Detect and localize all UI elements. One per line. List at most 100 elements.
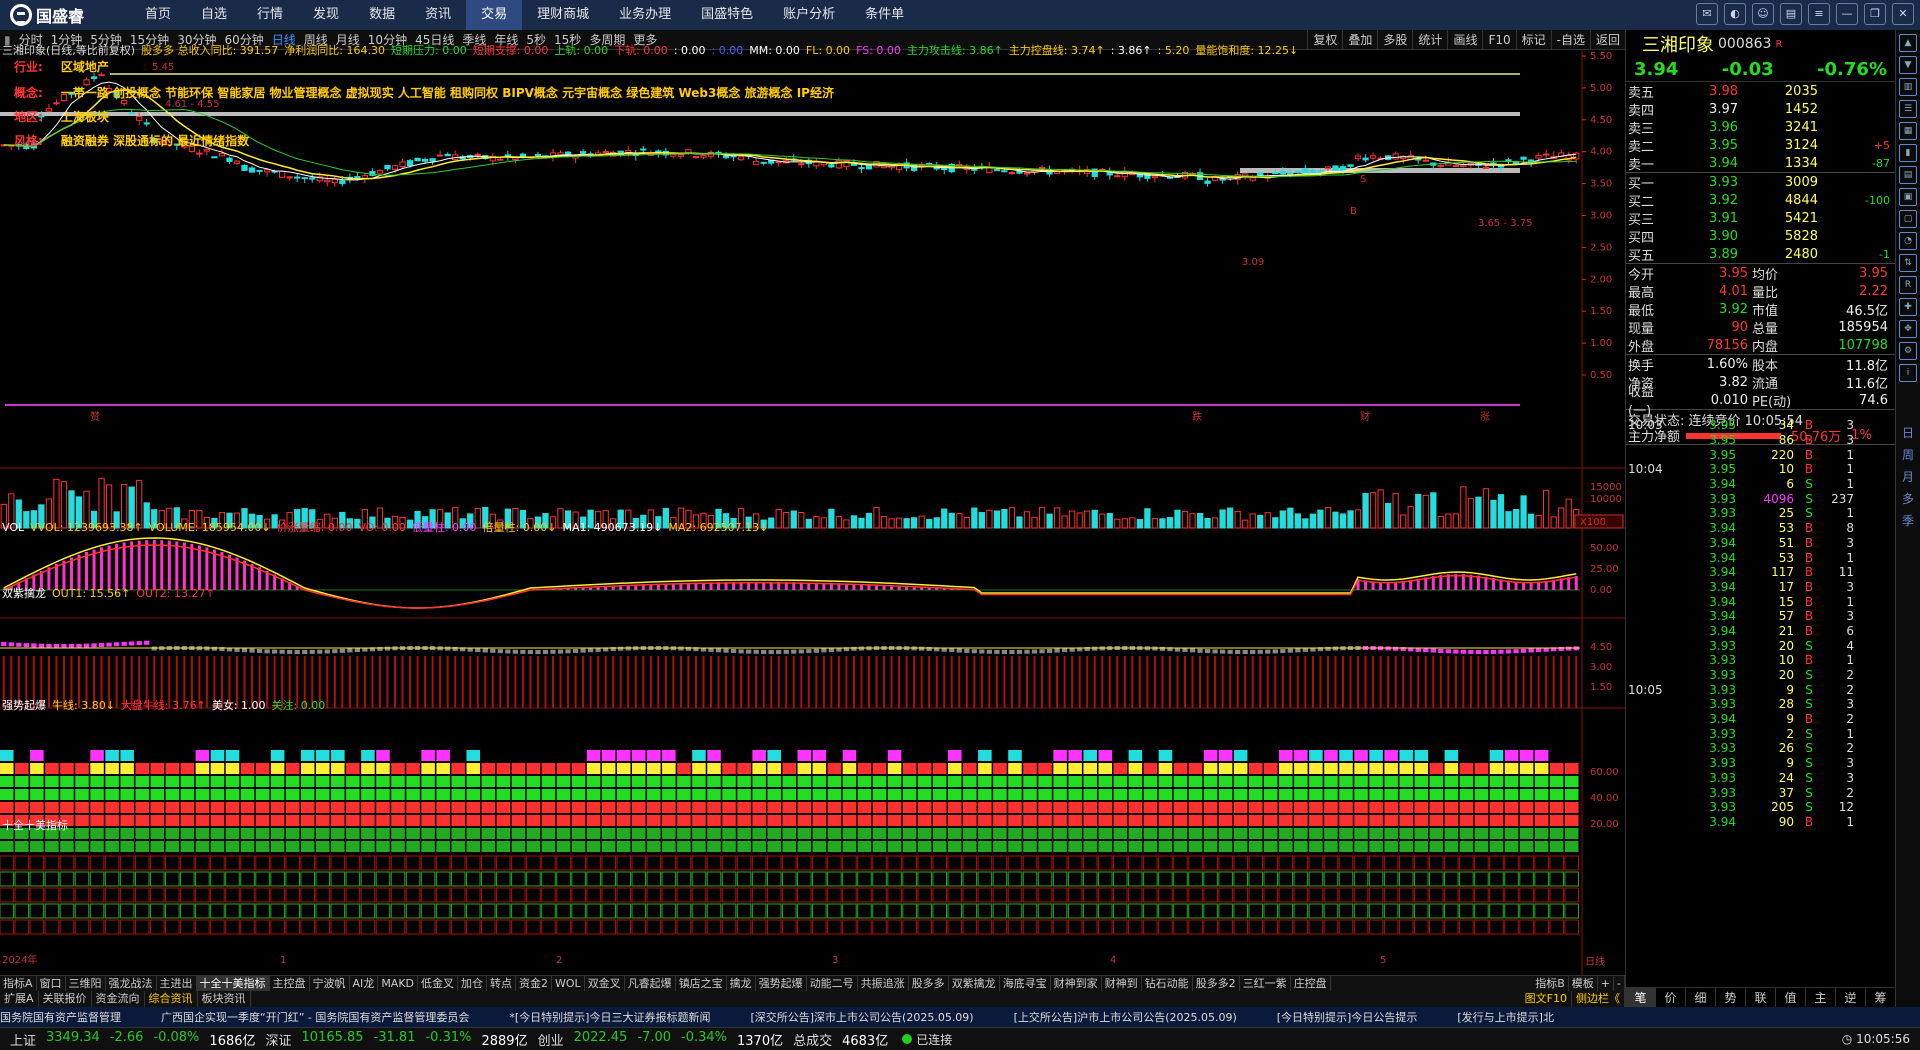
grid-icon[interactable]: ▦ xyxy=(1899,122,1917,140)
move-icon[interactable]: ✥ xyxy=(1899,320,1917,338)
nav-item-1[interactable]: 自选 xyxy=(186,0,242,30)
nav-item-2[interactable]: 行情 xyxy=(242,0,298,30)
list-icon[interactable]: ☰ xyxy=(1899,100,1917,118)
quote-tab-1[interactable]: 价 xyxy=(1656,988,1686,1007)
indicator-tab-9[interactable]: MAKD xyxy=(378,976,419,991)
rsi-icon[interactable]: R xyxy=(1899,276,1917,294)
indicator-tab-20[interactable]: 动能二号 xyxy=(807,976,858,991)
news-item-2[interactable]: *[今日特别提示]今日三大证券报标题新闻 xyxy=(509,1009,710,1025)
doc-icon[interactable]: ▢ xyxy=(1899,210,1917,228)
indicator-tab-24[interactable]: 海底寻宝 xyxy=(1000,976,1051,991)
quote-tab-3[interactable]: 势 xyxy=(1716,988,1746,1007)
indicator-tab-7[interactable]: 宁波帆 xyxy=(310,976,350,991)
chart-tool-6[interactable]: 标记 xyxy=(1515,30,1551,50)
indicator-tab-14[interactable]: WOL xyxy=(552,976,585,991)
bottom-tab-4[interactable]: 板块资讯 xyxy=(198,991,251,1007)
indicator-tab-13[interactable]: 资金2 xyxy=(516,976,553,991)
nav-item-0[interactable]: 首页 xyxy=(130,0,186,30)
indicator-tab-10[interactable]: 低金叉 xyxy=(418,976,459,991)
minimize-icon[interactable]: — xyxy=(1836,3,1858,25)
indicator-tab-2[interactable]: 三维阳 xyxy=(66,976,106,991)
indicator-tab-30[interactable]: 庄控盘 xyxy=(1291,976,1331,991)
indicator-tab-right-1[interactable]: 模板 xyxy=(1569,976,1598,991)
nav-item-4[interactable]: 数据 xyxy=(354,0,410,30)
indicator-tab-3[interactable]: 强龙战法 xyxy=(106,976,157,991)
news-item-3[interactable]: [深交所公告]深市上市公司公告(2025.05.09) xyxy=(750,1009,973,1025)
indicator-tab-right-0[interactable]: 指标B xyxy=(1532,976,1569,991)
chart-tool-8[interactable]: 返回 xyxy=(1589,30,1625,50)
index-sh[interactable]: 上证 3349.34 -2.66 -0.08% 1686亿 xyxy=(10,1030,256,1049)
index-sz[interactable]: 深证 10165.85 -31.81 -0.31% 2889亿 xyxy=(266,1030,528,1049)
indicator-tab-right-3[interactable]: - xyxy=(1614,976,1625,991)
news-item-5[interactable]: [今日特别提示]今日公告提示 xyxy=(1277,1009,1418,1025)
chart-tool-1[interactable]: 叠加 xyxy=(1342,30,1377,50)
nav-item-7[interactable]: 理财商城 xyxy=(522,0,604,30)
user-icon[interactable]: ☺ xyxy=(1752,3,1774,25)
news-item-6[interactable]: [发行与上市提示]北 xyxy=(1457,1009,1554,1025)
chart-area[interactable]: 5.50 5.00 4.50 4.00 3.50 3.00 2.50 2.00 1.50 1.00… xyxy=(0,44,1625,975)
news-item-4[interactable]: [上交所公告]沪市上市公司公告(2025.05.09) xyxy=(1014,1009,1237,1025)
chart-tool-5[interactable]: F10 xyxy=(1482,30,1515,50)
close-icon[interactable]: ✕ xyxy=(1892,3,1914,25)
indicator-tab-19[interactable]: 强势起爆 xyxy=(756,976,807,991)
nav-item-11[interactable]: 条件单 xyxy=(850,0,919,30)
tick-list[interactable]: 10:03 3.95 34 B 3 3.95 86 B 3 3.95 220 B 1 10:04 3.95 1… xyxy=(1626,418,1896,829)
indicator-tab-1[interactable]: 窗口 xyxy=(37,976,66,991)
bottom-tab-0[interactable]: 扩展A xyxy=(0,991,39,1007)
nav-item-9[interactable]: 国盛特色 xyxy=(686,0,768,30)
period-shortcut-3[interactable]: 多 xyxy=(1896,488,1920,510)
indicator-tab-0[interactable]: 指标A xyxy=(0,976,37,991)
indicator-tab-8[interactable]: AI龙 xyxy=(350,976,379,991)
quote-tab-0[interactable]: 笔 xyxy=(1626,988,1656,1007)
nav-item-5[interactable]: 资讯 xyxy=(410,0,466,30)
indicator-tab-12[interactable]: 转点 xyxy=(487,976,517,991)
chart-tool-2[interactable]: 多股 xyxy=(1377,30,1412,50)
chart-tool-7[interactable]: -自选 xyxy=(1550,30,1590,50)
calc-icon[interactable]: ▣ xyxy=(1899,188,1917,206)
bottom-tab-2[interactable]: 资金流向 xyxy=(92,991,145,1007)
quote-tab-7[interactable]: 逆 xyxy=(1836,988,1866,1007)
chart-tool-4[interactable]: 画线 xyxy=(1447,30,1482,50)
maximize-icon[interactable]: ❐ xyxy=(1864,3,1886,25)
table-icon[interactable]: ▤ xyxy=(1899,166,1917,184)
chart-icon[interactable]: ▥ xyxy=(1899,78,1917,96)
message-icon[interactable]: ✉ xyxy=(1696,3,1718,25)
indicator-tab-15[interactable]: 双金叉 xyxy=(585,976,625,991)
chart-tool-3[interactable]: 统计 xyxy=(1412,30,1447,50)
indicator-tab-26[interactable]: 财神到 xyxy=(1102,976,1142,991)
bottom-link-1[interactable]: 侧边栏《 xyxy=(1572,991,1625,1007)
kline-chart[interactable]: 5.505.004.504.003.503.002.502.001.501.00… xyxy=(0,50,1625,975)
menu-icon[interactable]: ≡ xyxy=(1808,3,1830,25)
indicator-tab-right-2[interactable]: + xyxy=(1598,976,1615,991)
indicator-tab-11[interactable]: 加仓 xyxy=(458,976,488,991)
nav-item-8[interactable]: 业务办理 xyxy=(604,0,686,30)
nav-item-6[interactable]: 交易 xyxy=(466,0,523,30)
indicator-tab-4[interactable]: 主进出 xyxy=(157,976,197,991)
info-icon[interactable]: i xyxy=(1899,364,1917,382)
news-item-1[interactable]: 广西国企实现一季度“开门红” - 国务院国有资产监督管理委员会 xyxy=(161,1009,469,1025)
bar-icon[interactable]: ▮ xyxy=(1899,144,1917,162)
indicator-tab-22[interactable]: 股多多 xyxy=(909,976,949,991)
news-item-0[interactable]: 国务院国有资产监督管理 xyxy=(0,1009,121,1025)
arrow-down-icon[interactable]: ▼ xyxy=(1899,56,1917,74)
quote-tab-2[interactable]: 细 xyxy=(1686,988,1716,1007)
indicator-tab-28[interactable]: 股多多2 xyxy=(1193,976,1240,991)
nav-item-10[interactable]: 账户分析 xyxy=(768,0,850,30)
nav-item-3[interactable]: 发现 xyxy=(298,0,354,30)
indicator-tab-23[interactable]: 双紫擒龙 xyxy=(949,976,1000,991)
bottom-tab-1[interactable]: 关联报价 xyxy=(39,991,92,1007)
indicator-tab-5[interactable]: 十全十美指标 xyxy=(196,976,270,991)
arrow-up-icon[interactable]: ▲ xyxy=(1899,34,1917,52)
compare-icon[interactable]: ⇅ xyxy=(1899,254,1917,272)
bottom-tab-3[interactable]: 综合资讯 xyxy=(145,991,198,1007)
quote-tab-8[interactable]: 筹 xyxy=(1866,988,1896,1007)
pie-icon[interactable]: ◔ xyxy=(1899,232,1917,250)
indicator-tab-21[interactable]: 共振追涨 xyxy=(858,976,909,991)
cross-icon[interactable]: ✚ xyxy=(1899,298,1917,316)
period-shortcut-0[interactable]: 日 xyxy=(1896,422,1920,444)
indicator-tab-17[interactable]: 镇店之宝 xyxy=(676,976,727,991)
settings-icon[interactable]: ⚙ xyxy=(1899,342,1917,360)
skin-icon[interactable]: ◐ xyxy=(1724,3,1746,25)
index-cy[interactable]: 创业 2022.45 -7.00 -0.34% 1370亿 xyxy=(538,1030,784,1049)
quote-tab-4[interactable]: 联 xyxy=(1746,988,1776,1007)
